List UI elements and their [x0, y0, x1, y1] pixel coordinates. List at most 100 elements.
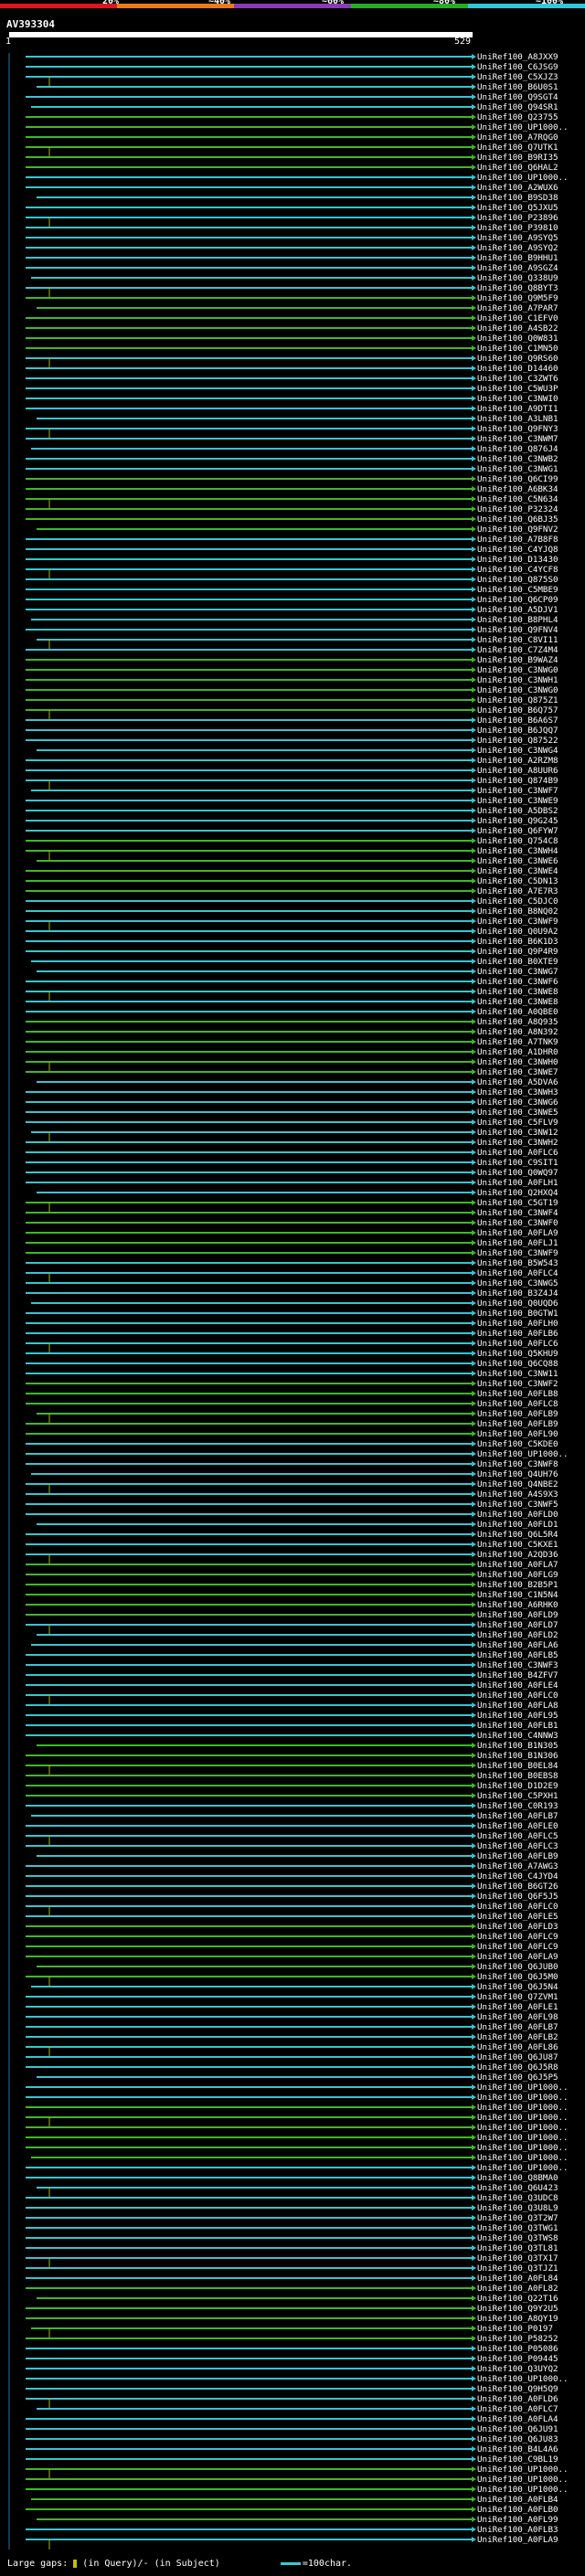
hit-id-label[interactable]: UniRef100_C3NWF2 [477, 1379, 558, 1389]
hit-id-label[interactable]: UniRef100_D14460 [477, 364, 558, 374]
hit-id-label[interactable]: UniRef100_C3NWG6 [477, 1097, 558, 1108]
hit-id-label[interactable]: UniRef100_A7PAR7 [477, 303, 558, 313]
hit-id-label[interactable]: UniRef100_B9HHU1 [477, 253, 558, 263]
hit-id-label[interactable]: UniRef100_B8PHL4 [477, 615, 558, 625]
hit-id-label[interactable]: UniRef100_UP1000.. [477, 2374, 569, 2384]
hit-id-label[interactable]: UniRef100_A0FLB1 [477, 1721, 558, 1731]
hit-id-label[interactable]: UniRef100_Q6J5R8 [477, 2062, 558, 2072]
hit-id-label[interactable]: UniRef100_A0FLD2 [477, 1630, 558, 1640]
hit-id-label[interactable]: UniRef100_C3NWF0 [477, 1218, 558, 1228]
hit-id-label[interactable]: UniRef100_C3NWE9 [477, 796, 558, 806]
hit-id-label[interactable]: UniRef100_B9WAZ4 [477, 655, 558, 665]
hit-id-label[interactable]: UniRef100_Q9FNV4 [477, 625, 558, 635]
hit-id-label[interactable]: UniRef100_P58252 [477, 2334, 558, 2344]
hit-id-label[interactable]: UniRef100_Q6F5J5 [477, 1892, 558, 1902]
hit-id-label[interactable]: UniRef100_C3NWF9 [477, 1248, 558, 1258]
hit-id-label[interactable]: UniRef100_A0FLG9 [477, 1570, 558, 1580]
hit-id-label[interactable]: UniRef100_A8Q935 [477, 1017, 558, 1027]
hit-id-label[interactable]: UniRef100_C1EFV0 [477, 313, 558, 323]
hit-id-label[interactable]: UniRef100_C4YCF8 [477, 565, 558, 575]
hit-id-label[interactable]: UniRef100_Q6FYW7 [477, 826, 558, 836]
hit-id-label[interactable]: UniRef100_C1MN50 [477, 344, 558, 354]
hit-id-label[interactable]: UniRef100_A0FL90 [477, 1429, 558, 1439]
hit-id-label[interactable]: UniRef100_C3ZWT6 [477, 374, 558, 384]
hit-id-label[interactable]: UniRef100_A0FLD1 [477, 1520, 558, 1530]
hit-id-label[interactable]: UniRef100_C8VI11 [477, 635, 558, 645]
hit-id-label[interactable]: UniRef100_Q9Y2U5 [477, 2304, 558, 2314]
hit-id-label[interactable]: UniRef100_A0FLC5 [477, 1831, 558, 1841]
hit-id-label[interactable]: UniRef100_UP1000.. [477, 2475, 569, 2485]
hit-id-label[interactable]: UniRef100_Q23755 [477, 112, 558, 122]
hit-id-label[interactable]: UniRef100_A0FLB7 [477, 1811, 558, 1821]
hit-id-label[interactable]: UniRef100_A7E7R3 [477, 886, 558, 896]
hit-id-label[interactable]: UniRef100_C9SIT1 [477, 1158, 558, 1168]
hit-id-label[interactable]: UniRef100_Q874B9 [477, 776, 558, 786]
hit-id-label[interactable]: UniRef100_C3NWG0 [477, 665, 558, 675]
hit-id-label[interactable]: UniRef100_Q2HXQ4 [477, 1188, 558, 1198]
hit-id-label[interactable]: UniRef100_A0FLB5 [477, 1650, 558, 1660]
hit-id-label[interactable]: UniRef100_A7B8F8 [477, 535, 558, 545]
hit-id-label[interactable]: UniRef100_C5N634 [477, 494, 558, 504]
hit-id-label[interactable]: UniRef100_A0FLH0 [477, 1319, 558, 1329]
hit-id-label[interactable]: UniRef100_A9SYQ2 [477, 243, 558, 253]
hit-id-label[interactable]: UniRef100_A8UUR6 [477, 766, 558, 776]
hit-id-label[interactable]: UniRef100_A0FLB4 [477, 2495, 558, 2505]
hit-id-label[interactable]: UniRef100_C3NWM7 [477, 434, 558, 444]
hit-id-label[interactable]: UniRef100_A2RZM8 [477, 756, 558, 766]
hit-id-label[interactable]: UniRef100_A7RQG0 [477, 133, 558, 143]
hit-id-label[interactable]: UniRef100_C7Z4M4 [477, 645, 558, 655]
hit-id-label[interactable]: UniRef100_UP1000.. [477, 2485, 569, 2495]
hit-id-label[interactable]: UniRef100_Q8BMA0 [477, 2173, 558, 2183]
hit-id-label[interactable]: UniRef100_C3NWF5 [477, 1500, 558, 1510]
hit-id-label[interactable]: UniRef100_C4JYD4 [477, 1871, 558, 1882]
hit-id-label[interactable]: UniRef100_B6GT26 [477, 1882, 558, 1892]
hit-id-label[interactable]: UniRef100_Q6BJ35 [477, 514, 558, 525]
hit-id-label[interactable]: UniRef100_Q3TWG1 [477, 2223, 558, 2233]
hit-id-label[interactable]: UniRef100_C5WU3P [477, 384, 558, 394]
hit-id-label[interactable]: UniRef100_Q9H5Q9 [477, 2384, 558, 2394]
hit-id-label[interactable]: UniRef100_UP1000.. [477, 2153, 569, 2163]
hit-id-label[interactable]: UniRef100_Q6CI99 [477, 474, 558, 484]
hit-id-label[interactable]: UniRef100_A0FLB0 [477, 2505, 558, 2515]
hit-id-label[interactable]: UniRef100_A0FLC3 [477, 1841, 558, 1851]
hit-id-label[interactable]: UniRef100_Q6J5M0 [477, 1972, 558, 1982]
hit-id-label[interactable]: UniRef100_Q4UH76 [477, 1469, 558, 1479]
hit-id-label[interactable]: UniRef100_B0XTE9 [477, 957, 558, 967]
hit-id-label[interactable]: UniRef100_A0FL84 [477, 2274, 558, 2284]
hit-id-label[interactable]: UniRef100_A0FLC7 [477, 2404, 558, 2414]
hit-id-label[interactable]: UniRef100_C3NWE4 [477, 866, 558, 876]
hit-id-label[interactable]: UniRef100_UP1000.. [477, 2163, 569, 2173]
hit-id-label[interactable]: UniRef100_Q8BYT3 [477, 283, 558, 293]
hit-id-label[interactable]: UniRef100_A0FLH1 [477, 1178, 558, 1188]
hit-id-label[interactable]: UniRef100_UP1000.. [477, 2093, 569, 2103]
hit-id-label[interactable]: UniRef100_A0FLD3 [477, 1922, 558, 1932]
hit-id-label[interactable]: UniRef100_A0FLD6 [477, 2394, 558, 2404]
hit-id-label[interactable]: UniRef100_Q9FNV2 [477, 525, 558, 535]
hit-id-label[interactable]: UniRef100_P09445 [477, 2354, 558, 2364]
hit-id-label[interactable]: UniRef100_B6U0S1 [477, 82, 558, 92]
hit-id-label[interactable]: UniRef100_A0FLC9 [477, 1932, 558, 1942]
hit-id-label[interactable]: UniRef100_C3NWG5 [477, 1278, 558, 1288]
hit-id-label[interactable]: UniRef100_Q3TL81 [477, 2243, 558, 2253]
hit-id-label[interactable]: UniRef100_Q87522 [477, 736, 558, 746]
hit-id-label[interactable]: UniRef100_C5MBE9 [477, 585, 558, 595]
hit-id-label[interactable]: UniRef100_C3NWH1 [477, 675, 558, 685]
hit-id-label[interactable]: UniRef100_C3NWB2 [477, 454, 558, 464]
hit-id-label[interactable]: UniRef100_C3NWH4 [477, 846, 558, 856]
hit-id-label[interactable]: UniRef100_Q3T2W7 [477, 2213, 558, 2223]
hit-id-label[interactable]: UniRef100_Q9RS60 [477, 354, 558, 364]
hit-id-label[interactable]: UniRef100_A9SYQ5 [477, 233, 558, 243]
hit-id-label[interactable]: UniRef100_C5DJC0 [477, 896, 558, 906]
hit-id-label[interactable]: UniRef100_A0FLA9 [477, 2535, 558, 2545]
hit-id-label[interactable]: UniRef100_A0FLC0 [477, 1691, 558, 1701]
hit-id-label[interactable]: UniRef100_C5KDE0 [477, 1439, 558, 1449]
hit-id-label[interactable]: UniRef100_Q4NBE2 [477, 1479, 558, 1489]
hit-id-label[interactable]: UniRef100_UP1000.. [477, 2465, 569, 2475]
hit-id-label[interactable]: UniRef100_A8JXX9 [477, 52, 558, 62]
hit-id-label[interactable]: UniRef100_A3LNB1 [477, 414, 558, 424]
hit-id-label[interactable]: UniRef100_A8N392 [477, 1027, 558, 1037]
hit-id-label[interactable]: UniRef100_C3NWE6 [477, 856, 558, 866]
hit-id-label[interactable]: UniRef100_UP1000.. [477, 2103, 569, 2113]
hit-id-label[interactable]: UniRef100_B6Q757 [477, 705, 558, 716]
hit-id-label[interactable]: UniRef100_Q6JUB0 [477, 1962, 558, 1972]
